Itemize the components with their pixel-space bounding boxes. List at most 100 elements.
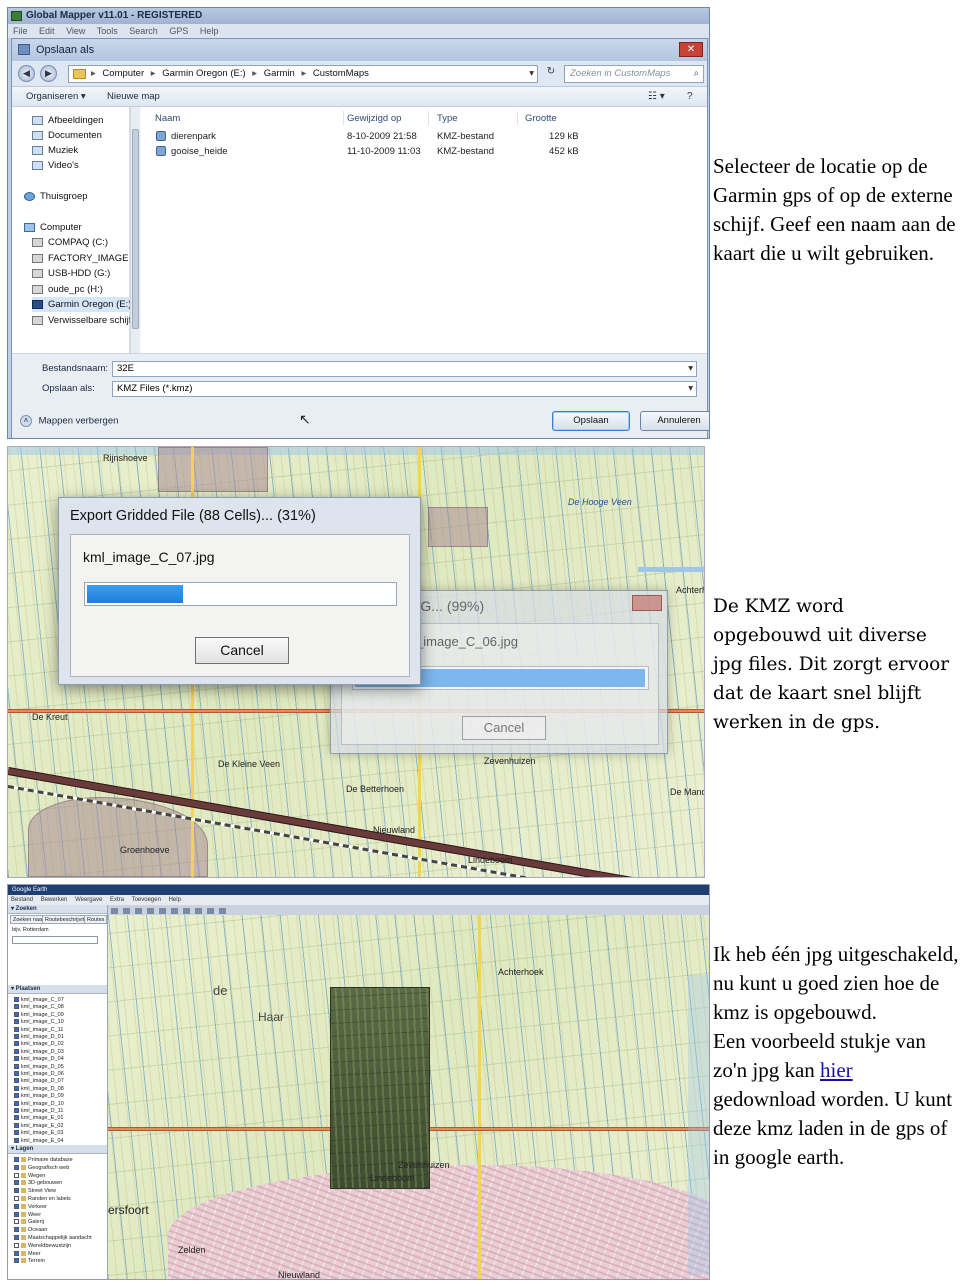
menu-bestand[interactable]: Bestand xyxy=(11,897,33,903)
checkbox-icon[interactable] xyxy=(14,1235,19,1241)
nav-item-usb-hdd[interactable]: USB-HDD (G:) xyxy=(32,266,110,281)
column-divider[interactable] xyxy=(343,111,344,125)
checkbox-icon[interactable] xyxy=(14,1108,19,1114)
checkbox-icon[interactable] xyxy=(14,1219,19,1225)
close-button[interactable] xyxy=(632,595,662,611)
layers-item[interactable]: Randen en labels xyxy=(14,1196,71,1203)
checkbox-icon[interactable] xyxy=(14,1093,19,1099)
column-header-type[interactable]: Type xyxy=(437,113,458,124)
hide-folders-button[interactable]: ˄ Mappen verbergen xyxy=(20,415,118,427)
views-icon[interactable]: ☷ ▾ xyxy=(648,87,665,107)
menu-toevoegen[interactable]: Toevoegen xyxy=(132,897,161,903)
nav-item-removable-drive[interactable]: Verwisselbare schijf xyxy=(32,313,131,328)
cancel-button[interactable]: Cancel xyxy=(462,716,546,740)
checkbox-icon[interactable] xyxy=(14,1242,19,1248)
toolbar-icon[interactable] xyxy=(219,908,226,914)
layers-item[interactable]: Street View xyxy=(14,1188,56,1195)
cancel-button[interactable]: Cancel xyxy=(195,637,289,664)
toolbar-icon[interactable] xyxy=(147,908,154,914)
places-item[interactable]: kml_image_D_09 xyxy=(14,1093,64,1100)
places-item[interactable]: kml_image_C_11 xyxy=(14,1027,63,1034)
places-item[interactable]: kml_image_C_10 xyxy=(14,1019,64,1026)
checkbox-icon[interactable] xyxy=(14,1085,19,1091)
nav-item-computer[interactable]: Computer xyxy=(24,220,82,235)
column-header-name[interactable]: Naam xyxy=(155,113,180,124)
menu-bewerken[interactable]: Bewerken xyxy=(41,897,68,903)
checkbox-icon[interactable] xyxy=(14,1250,19,1256)
toolbar-icon[interactable] xyxy=(195,908,202,914)
places-item[interactable]: kml_image_E_04 xyxy=(14,1138,64,1145)
checkbox-icon[interactable] xyxy=(14,1203,19,1209)
toolbar-icon[interactable] xyxy=(183,908,190,914)
checkbox-icon[interactable] xyxy=(14,1196,19,1202)
filename-field[interactable]: 32E ▾ xyxy=(112,361,697,377)
layers-item[interactable]: Wereldbewustzijn xyxy=(14,1243,71,1250)
places-item[interactable]: kml_image_E_03 xyxy=(14,1130,64,1137)
checkbox-icon[interactable] xyxy=(14,1188,19,1194)
search-input[interactable] xyxy=(12,936,98,944)
table-row[interactable]: dierenpark 8-10-2009 21:58 KMZ-bestand 1… xyxy=(141,129,707,144)
toolbar-icon[interactable] xyxy=(171,908,178,914)
toolbar-icon[interactable] xyxy=(207,908,214,914)
layers-item[interactable]: 3D-gebouwen xyxy=(14,1180,62,1187)
ge-map-view[interactable]: Achterhoek Haar de Zevenhuizen Lindeboom… xyxy=(108,915,709,1279)
menu-edit[interactable]: Edit xyxy=(39,26,55,36)
checkbox-icon[interactable] xyxy=(14,1048,19,1054)
forward-button[interactable]: ▶ xyxy=(40,65,57,82)
menu-search[interactable]: Search xyxy=(129,26,158,36)
scrollbar-thumb[interactable] xyxy=(132,129,139,329)
breadcrumb-custommaps[interactable]: CustomMaps xyxy=(313,68,369,79)
back-button[interactable]: ◀ xyxy=(18,65,35,82)
breadcrumb-garmin[interactable]: Garmin xyxy=(264,68,295,79)
nav-item-oude-pc[interactable]: oude_pc (H:) xyxy=(32,282,103,297)
places-item[interactable]: kml_image_D_05 xyxy=(14,1064,64,1071)
refresh-icon[interactable]: ↻ xyxy=(542,66,560,82)
new-folder-button[interactable]: Nieuwe map xyxy=(107,87,160,107)
close-button[interactable]: ✕ xyxy=(679,42,703,57)
places-item[interactable]: kml_image_D_02 xyxy=(14,1041,64,1048)
search-input[interactable]: Zoeken in CustomMaps ⌕ xyxy=(564,65,704,83)
chevron-down-icon[interactable]: ▾ xyxy=(688,382,693,396)
checkbox-icon[interactable] xyxy=(14,1011,19,1017)
help-icon[interactable]: ? xyxy=(687,87,693,107)
search-panel-header[interactable]: ▾ Zoeken xyxy=(8,905,107,914)
toolbar-icon[interactable] xyxy=(159,908,166,914)
checkbox-icon[interactable] xyxy=(14,1137,19,1143)
toolbar-icon[interactable] xyxy=(111,908,118,914)
places-item[interactable]: kml_image_D_11 xyxy=(14,1108,63,1115)
nav-item-videos[interactable]: Video's xyxy=(32,158,79,173)
checkbox-icon[interactable] xyxy=(14,1122,19,1128)
places-item[interactable]: kml_image_C_08 xyxy=(14,1004,64,1011)
menu-help[interactable]: Help xyxy=(200,26,219,36)
checkbox-icon[interactable] xyxy=(14,1071,19,1077)
checkbox-icon[interactable] xyxy=(14,1026,19,1032)
toolbar-icon[interactable] xyxy=(123,908,130,914)
layers-item[interactable]: Meer xyxy=(14,1251,41,1258)
search-icon[interactable]: ⌕ xyxy=(694,66,699,82)
places-item[interactable]: kml_image_E_01 xyxy=(14,1115,64,1122)
nav-item-afbeeldingen[interactable]: Afbeeldingen xyxy=(32,113,103,128)
places-item[interactable]: kml_image_D_01 xyxy=(14,1034,64,1041)
table-row[interactable]: gooise_heide 11-10-2009 11:03 KMZ-bestan… xyxy=(141,144,707,159)
layers-item[interactable]: Terrein xyxy=(14,1258,45,1265)
savetype-select[interactable]: KMZ Files (*.kmz) ▾ xyxy=(112,381,697,397)
checkbox-icon[interactable] xyxy=(14,1063,19,1069)
checkbox-icon[interactable] xyxy=(14,1078,19,1084)
checkbox-icon[interactable] xyxy=(14,1227,19,1233)
breadcrumb[interactable]: ▸ Computer ▸ Garmin Oregon (E:) ▸ Garmin… xyxy=(68,65,538,83)
nav-item-factory-image[interactable]: FACTORY_IMAGE xyxy=(32,251,128,266)
layers-item[interactable]: Maatschappelijk aandacht xyxy=(14,1235,92,1242)
checkbox-icon[interactable] xyxy=(14,1019,19,1025)
places-item[interactable]: kml_image_D_03 xyxy=(14,1049,64,1056)
layers-item[interactable]: Oceaan xyxy=(14,1227,47,1234)
places-item[interactable]: kml_image_D_04 xyxy=(14,1056,64,1063)
breadcrumb-garmin-oregon[interactable]: Garmin Oregon (E:) xyxy=(162,68,245,79)
breadcrumb-computer[interactable]: Computer xyxy=(102,68,144,79)
download-link[interactable]: hier xyxy=(820,1058,853,1082)
checkbox-icon[interactable] xyxy=(14,997,19,1003)
places-item[interactable]: kml_image_D_10 xyxy=(14,1101,64,1108)
menu-file[interactable]: File xyxy=(13,26,28,36)
checkbox-icon[interactable] xyxy=(14,1100,19,1106)
checkbox-icon[interactable] xyxy=(14,1056,19,1062)
layers-item[interactable]: Geografisch web xyxy=(14,1165,69,1172)
